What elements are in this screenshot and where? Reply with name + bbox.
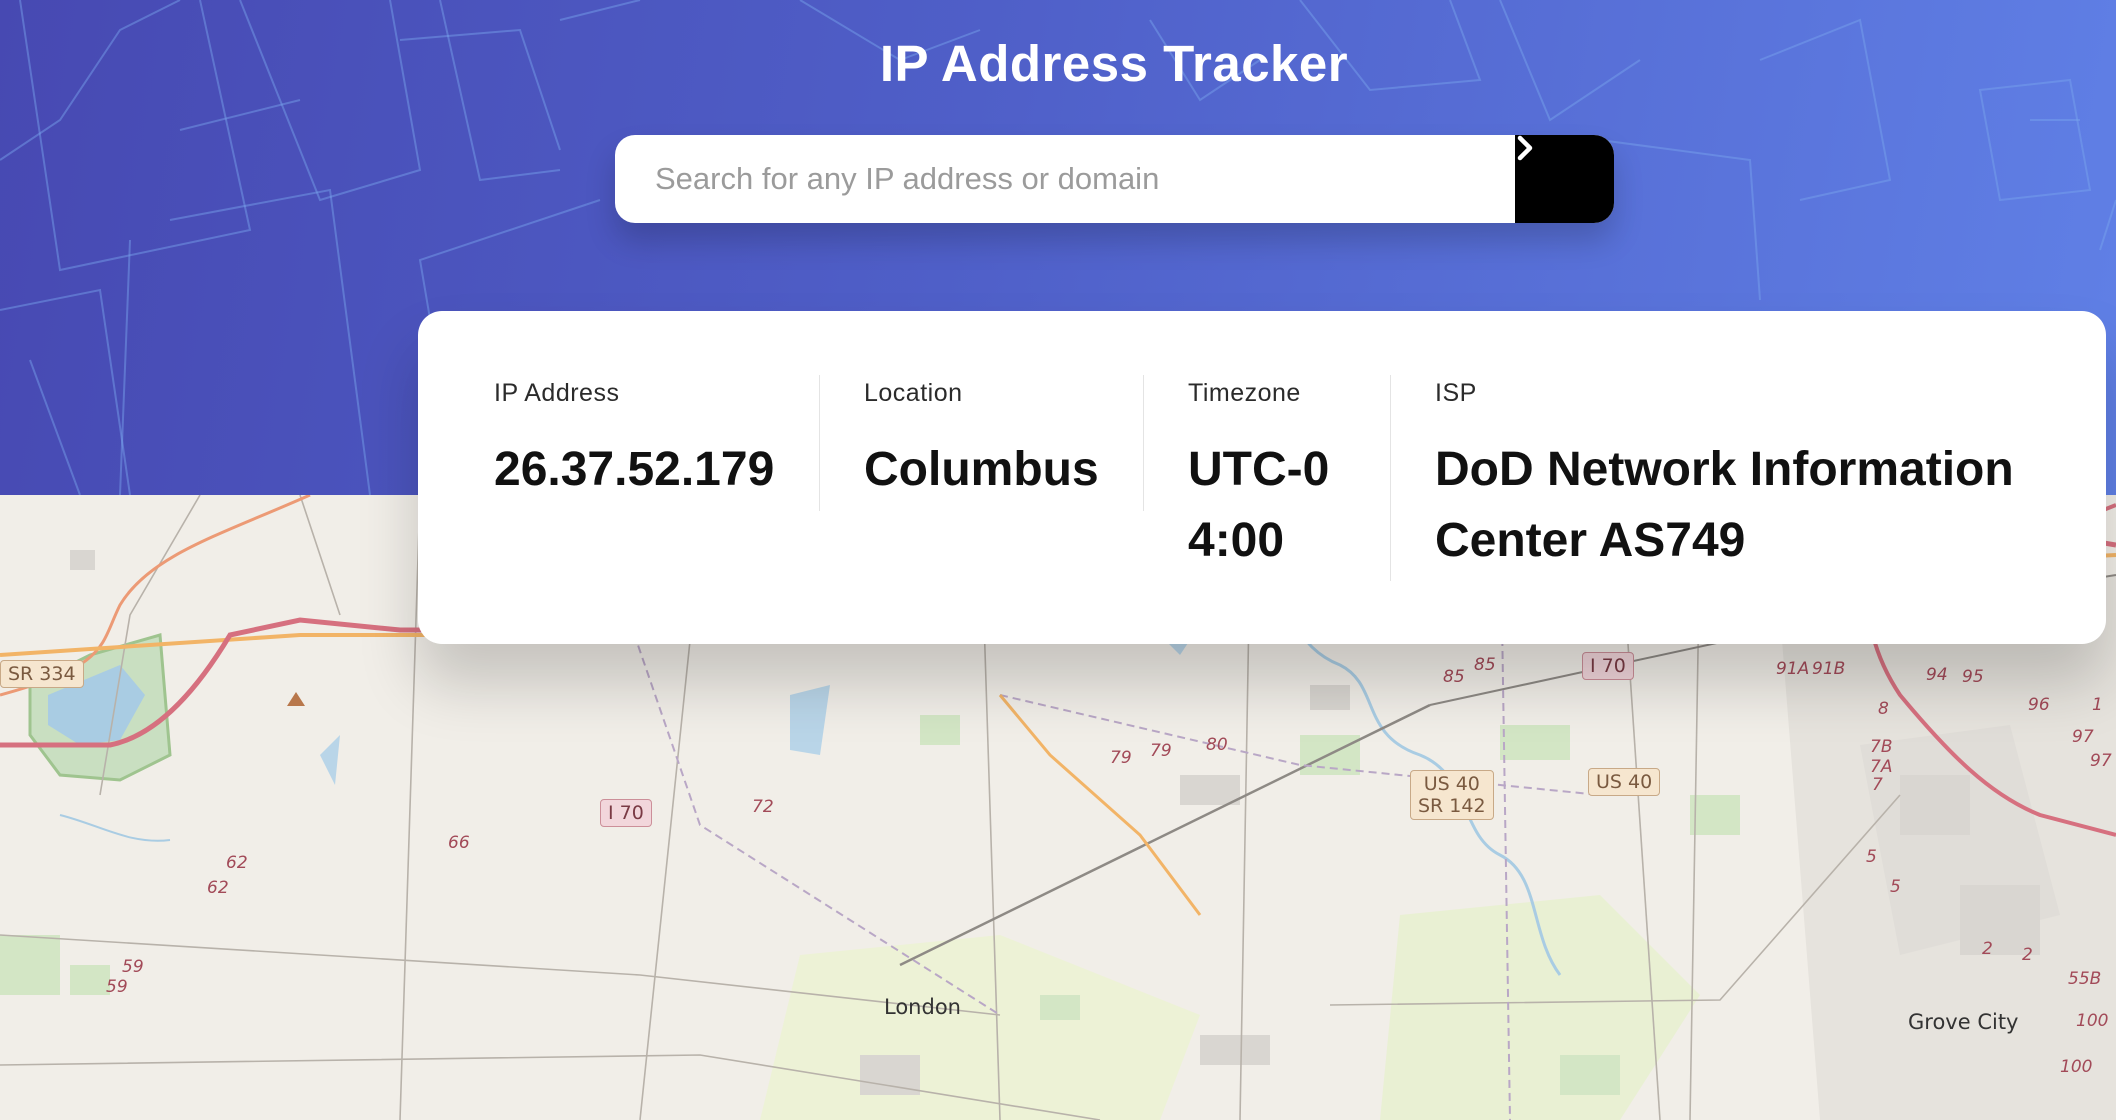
exit-number: 91B (1812, 659, 1846, 679)
info-label: ISP (1435, 379, 1477, 407)
route-shield-i70-west: I 70 (600, 799, 652, 827)
info-label: Timezone (1188, 379, 1301, 407)
exit-number: 100 (2060, 1057, 2093, 1077)
exit-number: 7 (1872, 775, 1883, 795)
info-value: DoD Network Information Center AS749 (1435, 443, 2014, 567)
exit-number: 7B (1870, 737, 1893, 757)
exit-number: 5 (1866, 847, 1877, 867)
divider (1390, 375, 1391, 581)
exit-number: 62 (207, 878, 229, 898)
exit-number: 97 (2072, 727, 2094, 747)
exit-number: 2 (1982, 939, 1993, 959)
exit-number: 55B (2068, 969, 2102, 989)
info-isp: ISP DoD Network Information Center AS749 (1435, 379, 2065, 576)
exit-number: 62 (226, 853, 248, 873)
divider (819, 375, 820, 511)
exit-number: 85 (1474, 655, 1496, 675)
route-shield-sr142-line: SR 142 (1418, 795, 1486, 817)
exit-number: 8 (1878, 699, 1889, 719)
exit-number: 7A (1870, 757, 1893, 777)
exit-number: 100 (2076, 1011, 2109, 1031)
exit-number: 95 (1962, 667, 1984, 687)
place-london: London (884, 995, 961, 1019)
info-label: Location (864, 379, 963, 407)
exit-number: 97 (2090, 751, 2112, 771)
search-submit-button[interactable] (1515, 135, 1614, 223)
chevron-right-icon (1517, 135, 1533, 161)
info-location: Location Columbus (864, 379, 1099, 505)
exit-number: 66 (448, 833, 470, 853)
info-ip-address: IP Address 26.37.52.179 (494, 379, 774, 505)
route-shield-us40: US 40 (1588, 768, 1661, 796)
info-timezone: Timezone UTC-04:00 (1188, 379, 1338, 576)
exit-number: 59 (122, 957, 144, 977)
exit-number: 80 (1206, 735, 1228, 755)
info-label: IP Address (494, 379, 620, 407)
info-value: 26.37.52.179 (494, 443, 775, 496)
search-input[interactable] (615, 135, 1515, 223)
exit-number: 91A (1776, 659, 1810, 679)
exit-number: 79 (1110, 748, 1132, 768)
exit-number: 79 (1150, 741, 1172, 761)
route-shield-us40-sr142: US 40 SR 142 (1410, 770, 1494, 820)
place-grove-city: Grove City (1908, 1010, 2019, 1034)
info-value: Columbus (864, 443, 1099, 496)
route-shield-sr334: SR 334 (0, 660, 84, 688)
page-title: IP Address Tracker (879, 35, 1349, 92)
route-shield-us40-line: US 40 (1423, 773, 1480, 795)
exit-number: 2 (2022, 945, 2033, 965)
exit-number: 72 (752, 797, 774, 817)
route-shield-i70-east: I 70 (1582, 652, 1634, 680)
info-value: UTC-04:00 (1188, 443, 1330, 567)
exit-number: 96 (2028, 695, 2050, 715)
exit-number: 94 (1926, 665, 1948, 685)
exit-number: 5 (1890, 877, 1901, 897)
exit-number: 59 (106, 977, 128, 997)
exit-number: 85 (1443, 667, 1465, 687)
search-bar (615, 135, 1614, 223)
exit-number: 1 (2092, 695, 2103, 715)
ip-info-card: IP Address 26.37.52.179 Location Columbu… (418, 311, 2106, 644)
divider (1143, 375, 1144, 511)
peak-marker-icon (287, 692, 305, 706)
